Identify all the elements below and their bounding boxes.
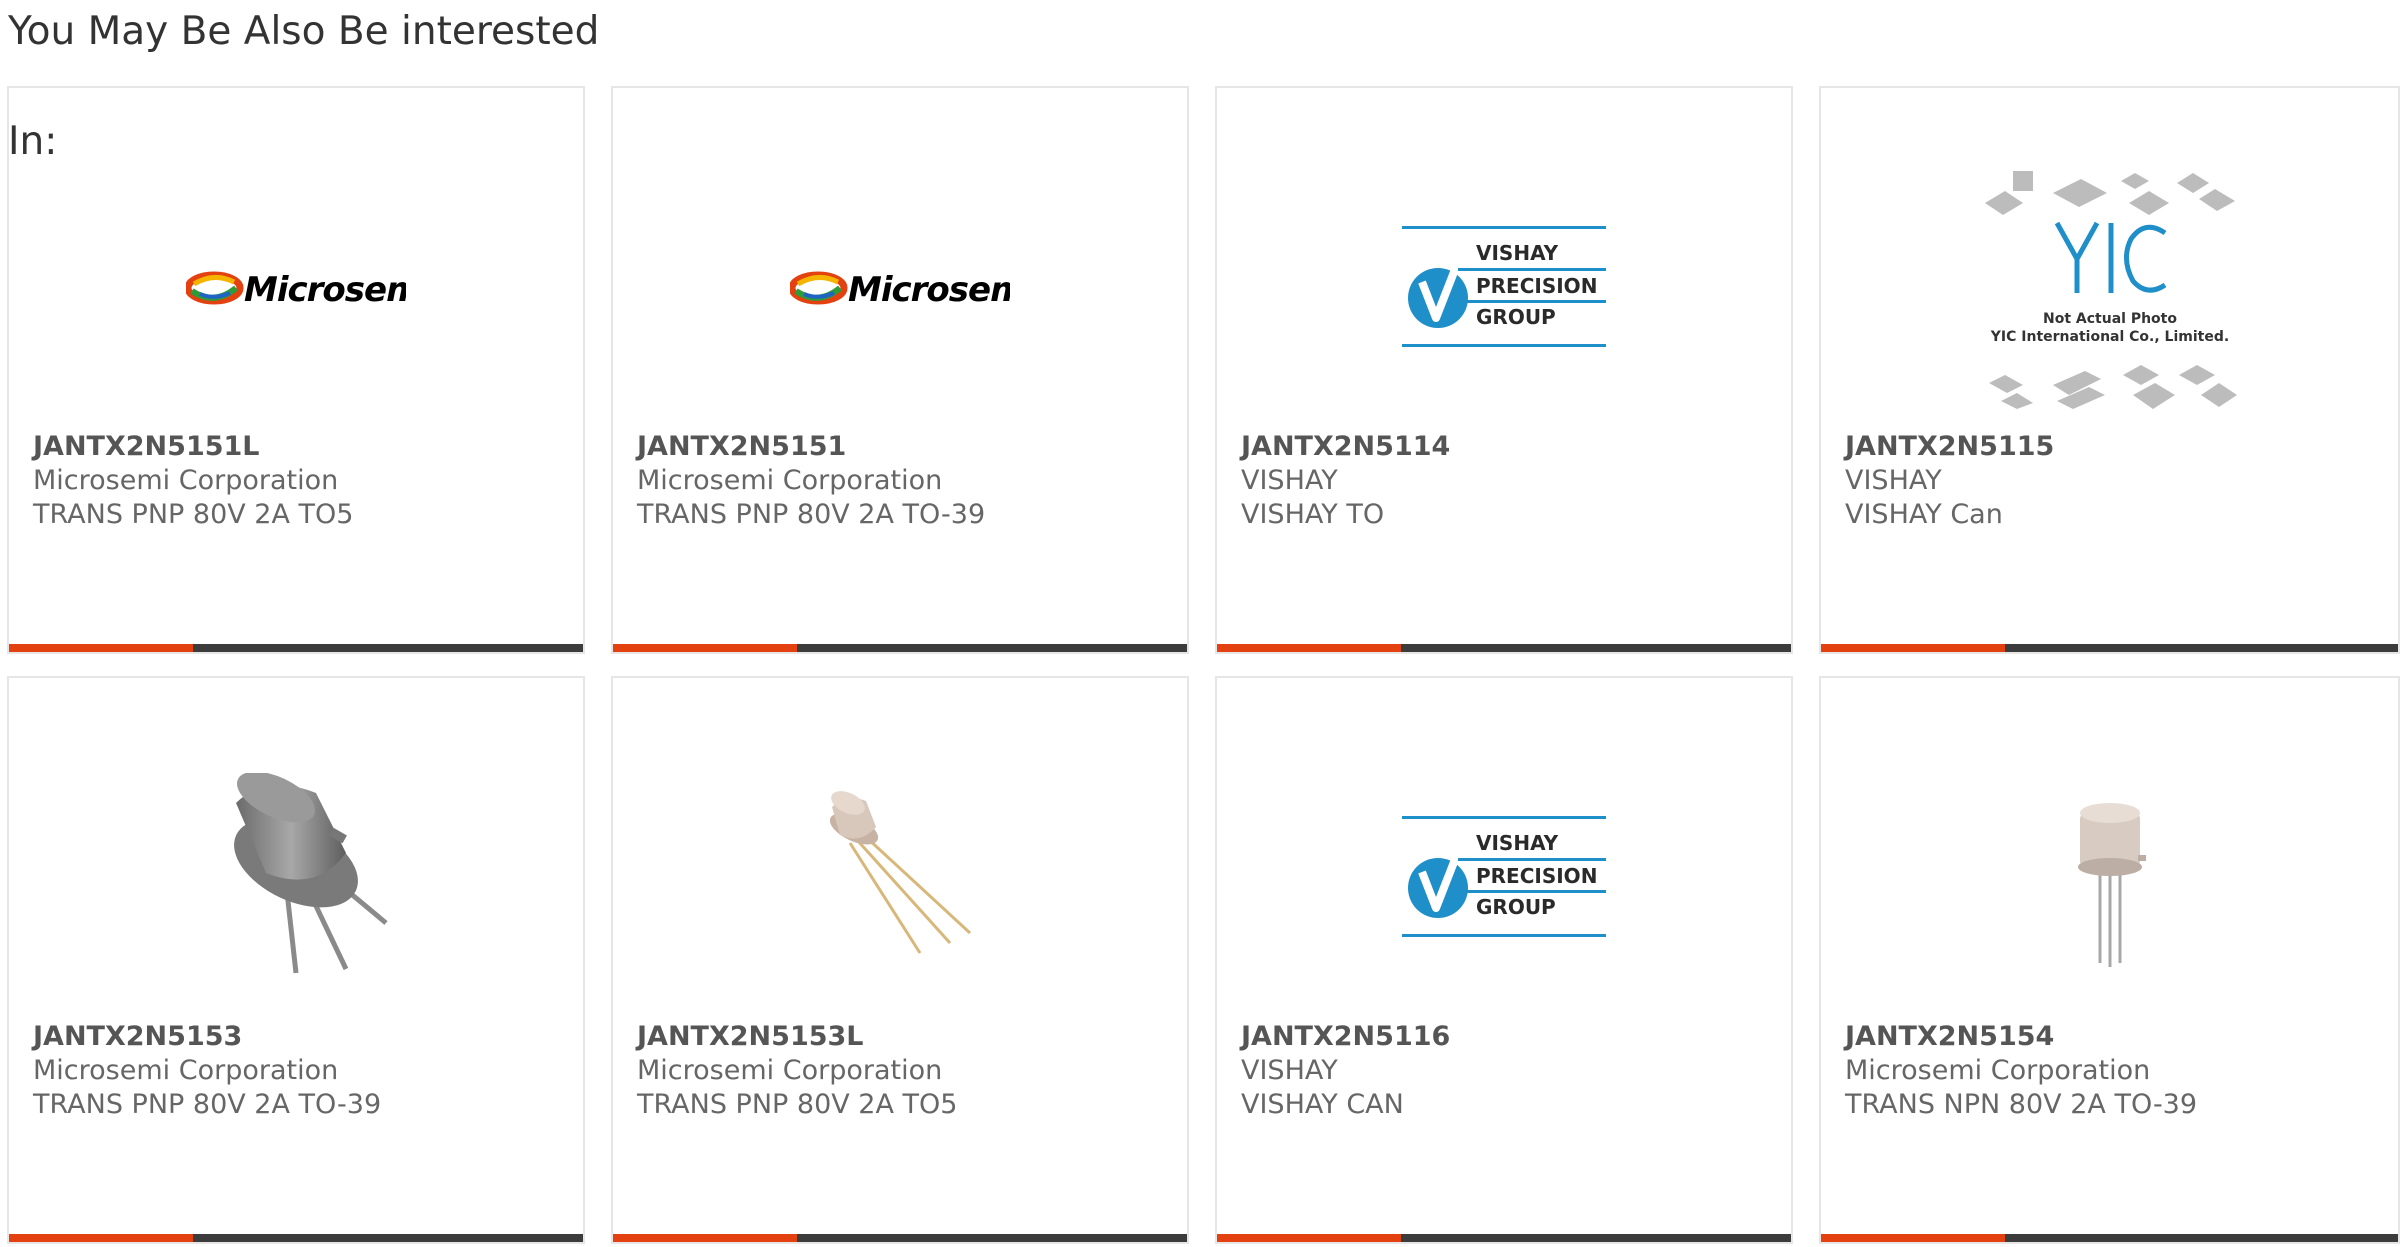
to5-transistor-photo (829, 791, 972, 954)
product-image[interactable]: Microsemi (613, 158, 1187, 418)
product-part-number[interactable]: JANTX2N5153L (637, 1020, 1177, 1054)
product-description: VISHAY TO (1241, 499, 1385, 530)
product-image[interactable]: VISHAY PRECISION GROUP (1217, 748, 1791, 1008)
product-card[interactable]: Microsemi JANTX2N5151 Microsemi Corporat… (611, 86, 1189, 654)
svg-text:GROUP: GROUP (1476, 305, 1556, 329)
product-manufacturer: VISHAY (1241, 1055, 1338, 1086)
card-bottom-bar (9, 1234, 583, 1242)
product-description: TRANS PNP 80V 2A TO5 (637, 1089, 958, 1120)
product-card[interactable]: JANTX2N5153 Microsemi Corporation TRANS … (7, 676, 585, 1244)
product-description: TRANS PNP 80V 2A TO-39 (33, 1089, 382, 1120)
product-image[interactable]: Microsemi (9, 158, 583, 418)
svg-text:Microsemi: Microsemi (244, 270, 406, 310)
svg-text:YIC International Co., Limited: YIC International Co., Limited. (1989, 329, 2228, 345)
card-bottom-bar (9, 644, 583, 652)
to39-transistor-photo (234, 773, 388, 974)
product-manufacturer: Microsemi Corporation (33, 1055, 339, 1086)
svg-text:VISHAY: VISHAY (1476, 831, 1559, 855)
product-manufacturer: Microsemi Corporation (637, 465, 943, 496)
product-part-number[interactable]: JANTX2N5153 (33, 1020, 573, 1054)
svg-text:VISHAY: VISHAY (1476, 241, 1559, 265)
product-card[interactable]: JANTX2N5154 Microsemi Corporation TRANS … (1819, 676, 2400, 1244)
yic-placeholder-image: Not Actual Photo YIC International Co., … (1984, 171, 2237, 409)
card-bottom-bar (1821, 1234, 2398, 1242)
product-manufacturer: Microsemi Corporation (637, 1055, 943, 1086)
card-accent-bar (9, 1234, 193, 1242)
product-description: TRANS PNP 80V 2A TO-39 (637, 499, 986, 530)
vishay-logo: VISHAY PRECISION GROUP (1402, 226, 1606, 347)
product-image[interactable] (613, 748, 1187, 1008)
product-card[interactable]: VISHAY PRECISION GROUP JANTX2N5116 VISHA… (1215, 676, 1793, 1244)
product-manufacturer: VISHAY (1241, 465, 1338, 496)
product-description: TRANS PNP 80V 2A TO5 (33, 499, 354, 530)
card-accent-bar (1217, 644, 1401, 652)
card-bottom-bar (613, 1234, 1187, 1242)
product-image[interactable] (1821, 748, 2398, 1008)
card-accent-bar (613, 644, 797, 652)
card-accent-bar (613, 1234, 797, 1242)
product-card[interactable]: VISHAY PRECISION GROUP JANTX2N5114 VISHA… (1215, 86, 1793, 654)
microsemi-logo: Microsemi (186, 270, 406, 310)
product-part-number[interactable]: JANTX2N5151L (33, 430, 573, 464)
card-accent-bar (1217, 1234, 1401, 1242)
product-description: TRANS NPN 80V 2A TO-39 (1845, 1089, 2198, 1120)
product-part-number[interactable]: JANTX2N5154 (1845, 1020, 2388, 1054)
card-bottom-bar (1217, 644, 1791, 652)
product-card[interactable]: Not Actual Photo YIC International Co., … (1819, 86, 2400, 654)
svg-text:PRECISION: PRECISION (1476, 864, 1597, 888)
product-grid: Microsemi JANTX2N5151L Microsemi Corpora… (7, 86, 2400, 1247)
card-bottom-bar (1217, 1234, 1791, 1242)
svg-text:PRECISION: PRECISION (1476, 274, 1597, 298)
svg-text:GROUP: GROUP (1476, 895, 1556, 919)
card-accent-bar (1821, 1234, 2005, 1242)
product-card[interactable]: JANTX2N5153L Microsemi Corporation TRANS… (611, 676, 1189, 1244)
product-image[interactable]: VISHAY PRECISION GROUP (1217, 158, 1791, 418)
product-part-number[interactable]: JANTX2N5151 (637, 430, 1177, 464)
microsemi-logo: Microsemi (790, 270, 1010, 310)
card-bottom-bar (1821, 644, 2398, 652)
svg-text:Not Actual Photo: Not Actual Photo (2043, 311, 2177, 327)
product-image[interactable] (9, 748, 583, 1008)
product-description: VISHAY CAN (1241, 1089, 1404, 1120)
product-manufacturer: Microsemi Corporation (33, 465, 339, 496)
section-title-continuation: In: (8, 119, 58, 164)
section-title: You May Be Also Be interested (8, 9, 600, 54)
svg-text:Microsemi: Microsemi (848, 270, 1010, 310)
product-image[interactable]: Not Actual Photo YIC International Co., … (1821, 158, 2398, 418)
product-part-number[interactable]: JANTX2N5115 (1845, 430, 2388, 464)
card-bottom-bar (613, 644, 1187, 652)
to39-small-transistor-photo (2077, 803, 2146, 967)
product-part-number[interactable]: JANTX2N5116 (1241, 1020, 1781, 1054)
product-manufacturer: VISHAY (1845, 465, 1942, 496)
product-card[interactable]: Microsemi JANTX2N5151L Microsemi Corpora… (7, 86, 585, 654)
card-accent-bar (1821, 644, 2005, 652)
product-description: VISHAY Can (1845, 499, 2003, 530)
card-accent-bar (9, 644, 193, 652)
product-manufacturer: Microsemi Corporation (1845, 1055, 2151, 1086)
vishay-logo: VISHAY PRECISION GROUP (1402, 816, 1606, 937)
product-part-number[interactable]: JANTX2N5114 (1241, 430, 1781, 464)
